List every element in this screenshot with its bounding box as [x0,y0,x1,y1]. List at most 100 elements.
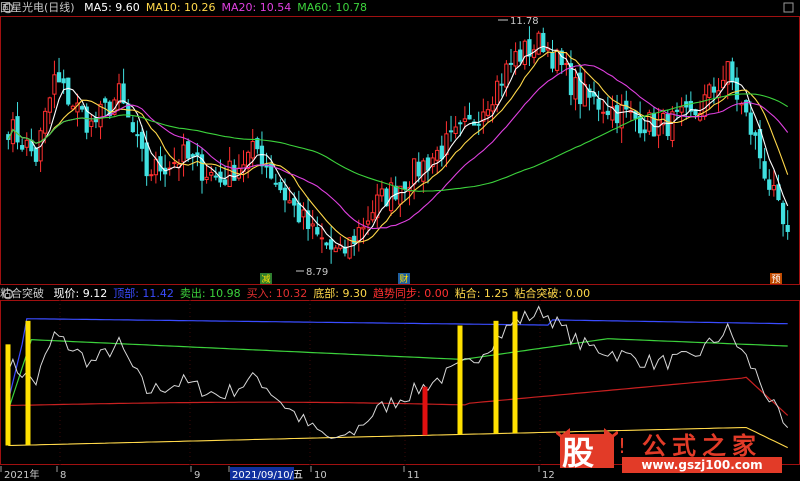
candle-body [776,184,781,201]
candle-body [153,158,158,176]
x-axis-label: 8 [60,470,66,481]
candle [190,153,195,171]
candle [379,180,384,202]
candle [181,133,186,177]
candle-body [495,80,500,106]
candle [370,200,375,223]
candle-body [310,223,315,227]
candle [33,147,39,166]
indicator-readout-4: 底部: 9.30 [313,287,368,300]
candle-body [250,140,255,159]
indicator-readout-1: 顶部: 11.42 [113,287,174,300]
candle [20,138,25,152]
indicator-readout-2: 卖出: 10.98 [179,287,241,300]
candle [435,146,440,174]
candle [259,131,265,175]
candle-body [402,181,408,190]
x-axis-label: 12 [542,470,555,481]
candle [564,51,569,76]
indicator-title: 粘合突破 [0,287,44,300]
candle-body [282,187,288,201]
candle-body [453,126,458,134]
candle [467,102,472,120]
candle [126,99,131,118]
indicator-readout-3: 买入: 10.32 [246,287,308,300]
candle-body [370,212,375,221]
candle-body [513,51,518,67]
candle-body [20,145,25,150]
candle-body [121,83,126,104]
ma60-line [7,93,788,192]
candle-body [356,227,361,242]
watermark-logo: 股 ! 公式之家 www.gszj100.com [556,426,782,476]
candle-body [435,149,440,161]
candle-body [329,239,334,250]
candle-body [490,104,495,112]
candle [333,244,338,253]
candle-body [139,131,145,149]
candle-body [504,63,509,88]
candle [412,158,417,200]
candle-body [508,62,514,65]
candle [522,39,527,70]
candle-body [393,185,398,200]
candle [305,197,311,241]
chart-stage[interactable]: 11.78 8.79 减 财 预 2021年 8 9 2021/09/10/五 10 11 12 [0,0,800,481]
breakout-bar [457,325,463,435]
candle [361,217,366,244]
ma-readout-0: MA5: 9.60 [84,1,140,14]
candle [619,94,624,143]
candle [725,61,730,100]
candle-body [292,198,297,206]
candle [651,106,657,137]
candle-body [190,154,195,157]
candle-body [439,145,444,160]
panel-expand-icon [783,2,794,13]
candle-body [43,110,48,134]
candle-body [711,86,717,93]
candle [730,57,735,91]
candle [753,130,758,150]
candle-body [656,119,661,136]
price-line [7,305,789,439]
candle [462,106,467,129]
candle-body [780,202,786,225]
candle [149,169,154,182]
candle-body [573,77,578,100]
candle-body [213,175,218,178]
candle [135,120,140,148]
candle [278,178,283,194]
candle-body [103,98,108,103]
candle-body [499,83,504,86]
candle [47,96,52,125]
high-price-label: 11.78 [510,16,539,27]
candle [407,181,412,206]
candle [527,26,532,67]
candle-body [638,116,643,134]
candle [702,84,707,120]
candle [582,69,587,107]
breakout-bar [493,320,499,434]
candle-body [730,61,735,83]
candle-body [767,179,772,190]
candle-body [541,32,546,53]
candle-body [785,225,790,232]
candle [499,73,504,97]
candle [638,101,643,138]
candle-body [771,184,776,191]
candle-body [333,247,338,253]
candle-body [144,142,149,177]
candle-body [448,130,454,133]
candle-body [301,209,306,218]
candle-body [66,77,71,105]
x-axis-label: 2021/09/10/五 [232,470,303,481]
candle [38,127,43,173]
candle-body [642,129,647,134]
candle-body [319,237,325,240]
candle [273,173,278,187]
badge-char: 股 [562,434,595,472]
candle-body [596,98,601,110]
candle [578,64,583,119]
candle [453,116,458,139]
candle [79,104,85,113]
